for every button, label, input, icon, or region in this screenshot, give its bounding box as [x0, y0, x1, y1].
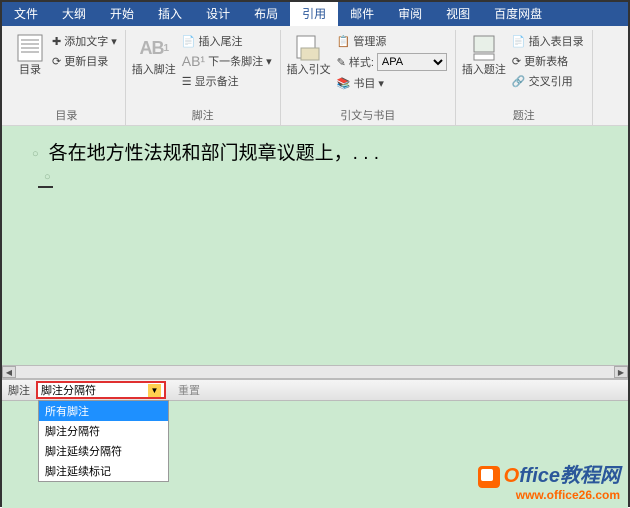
group-captions: 插入题注 📄插入表目录 ⟳更新表格 🔗交叉引用 题注 [456, 30, 593, 125]
update-icon: ⟳ [52, 55, 61, 68]
bullet-icon: ○ [32, 148, 39, 160]
menu-baidu[interactable]: 百度网盘 [482, 2, 554, 26]
group-footnotes: AB1 插入脚注 📄插入尾注 AB¹下一条脚注▾ ☰显示备注 脚注 [126, 30, 281, 125]
menubar: 文件 大纲 开始 插入 设计 布局 引用 邮件 审阅 视图 百度网盘 [2, 2, 628, 26]
insert-tof-button[interactable]: 📄插入表目录 [510, 32, 586, 50]
footnote-pane-bar: 脚注 脚注分隔符 ▼ 重置 [2, 379, 628, 401]
endnote-icon: 📄 [182, 35, 196, 48]
horizontal-scrollbar[interactable]: ◀ ▶ [2, 365, 628, 379]
update-toc-button[interactable]: ⟳更新目录 [50, 52, 119, 70]
update-table-button[interactable]: ⟳更新表格 [510, 52, 586, 70]
toc-icon [14, 34, 46, 62]
ribbon: 目录 ✚添加文字▾ ⟳更新目录 目录 AB1 插入脚注 📄插入尾注 AB¹下一条… [2, 26, 628, 126]
document-area[interactable]: ○各在地方性法规和部门规章议题上，. . . ○ [2, 126, 628, 365]
dropdown-option-all[interactable]: 所有脚注 [39, 401, 168, 421]
tof-icon: 📄 [512, 35, 526, 48]
ab-small-icon: AB¹ [182, 53, 205, 69]
dropdown-option-cont-separator[interactable]: 脚注延续分隔符 [39, 441, 168, 461]
reset-button[interactable]: 重置 [172, 382, 206, 398]
update-table-icon: ⟳ [512, 55, 521, 68]
footnote-pane-label: 脚注 [2, 382, 36, 398]
menu-view[interactable]: 视图 [434, 2, 482, 26]
toc-button[interactable]: 目录 [14, 30, 46, 107]
group-citations: 插入引文 📋管理源 ✎ 样式: APA 📚书目▾ 引文与书目 [281, 30, 456, 125]
menu-file[interactable]: 文件 [2, 2, 50, 26]
insert-caption-label: 插入题注 [462, 64, 506, 76]
caption-icon [468, 34, 500, 62]
notes-icon: ☰ [182, 75, 192, 88]
scroll-right-button[interactable]: ▶ [614, 366, 628, 378]
style-dropdown[interactable]: ✎ 样式: APA [335, 52, 449, 72]
bullet-icon-2: ○ [44, 171, 598, 183]
menu-references[interactable]: 引用 [290, 2, 338, 26]
insert-endnote-button[interactable]: 📄插入尾注 [180, 32, 274, 50]
footnote-dropdown-list: 所有脚注 脚注分隔符 脚注延续分隔符 脚注延续标记 [38, 400, 169, 482]
style-icon: ✎ [337, 56, 346, 69]
insert-caption-button[interactable]: 插入题注 [462, 30, 506, 107]
menu-outline[interactable]: 大纲 [50, 2, 98, 26]
footnote-select-value: 脚注分隔符 [41, 382, 96, 398]
menu-design[interactable]: 设计 [194, 2, 242, 26]
manage-sources-button[interactable]: 📋管理源 [335, 32, 449, 50]
insert-footnote-button[interactable]: AB1 插入脚注 [132, 30, 176, 107]
insert-citation-button[interactable]: 插入引文 [287, 30, 331, 107]
watermark: Office教程网 www.office26.com [478, 459, 620, 502]
menu-mail[interactable]: 邮件 [338, 2, 386, 26]
citation-icon [293, 34, 325, 62]
group-toc: 目录 ✚添加文字▾ ⟳更新目录 目录 [8, 30, 126, 125]
chevron-down-icon: ▾ [378, 77, 384, 90]
group-footnotes-label: 脚注 [126, 107, 280, 123]
menu-layout[interactable]: 布局 [242, 2, 290, 26]
menu-review[interactable]: 审阅 [386, 2, 434, 26]
watermark-url: www.office26.com [478, 488, 620, 502]
chevron-down-icon[interactable]: ▼ [148, 384, 161, 397]
bibliography-button[interactable]: 📚书目▾ [335, 74, 449, 92]
group-toc-label: 目录 [8, 107, 125, 123]
manage-icon: 📋 [337, 35, 351, 48]
insert-footnote-label: 插入脚注 [132, 64, 176, 76]
dropdown-option-separator[interactable]: 脚注分隔符 [39, 421, 168, 441]
add-text-button[interactable]: ✚添加文字▾ [50, 32, 119, 50]
chevron-down-icon: ▾ [266, 55, 272, 68]
cross-ref-icon: 🔗 [512, 75, 526, 88]
group-citations-label: 引文与书目 [281, 107, 455, 123]
show-notes-button[interactable]: ☰显示备注 [180, 72, 274, 90]
text-cursor [38, 186, 53, 188]
style-select[interactable]: APA [377, 53, 447, 71]
insert-citation-label: 插入引文 [287, 64, 331, 76]
menu-insert[interactable]: 插入 [146, 2, 194, 26]
chevron-down-icon: ▾ [111, 35, 117, 48]
office-logo-icon [478, 466, 500, 488]
toc-label: 目录 [19, 64, 41, 76]
cross-ref-button[interactable]: 🔗交叉引用 [510, 72, 586, 90]
document-line: ○各在地方性法规和部门规章议题上，. . . [32, 138, 598, 165]
footnote-type-select[interactable]: 脚注分隔符 ▼ [36, 381, 166, 399]
group-captions-label: 题注 [456, 107, 592, 123]
dropdown-option-cont-notice[interactable]: 脚注延续标记 [39, 461, 168, 481]
ab-icon: AB1 [138, 34, 170, 62]
plus-icon: ✚ [52, 35, 61, 48]
scroll-left-button[interactable]: ◀ [2, 366, 16, 378]
menu-home[interactable]: 开始 [98, 2, 146, 26]
bib-icon: 📚 [337, 77, 351, 90]
next-footnote-button[interactable]: AB¹下一条脚注▾ [180, 52, 274, 70]
